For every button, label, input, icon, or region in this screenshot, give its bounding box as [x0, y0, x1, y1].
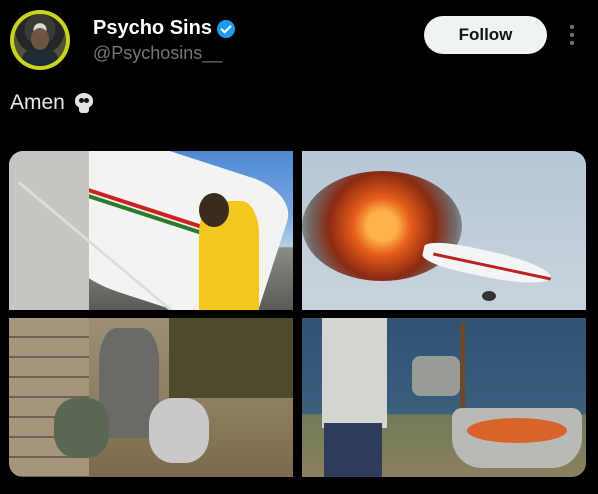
media-image-4[interactable]: [302, 318, 586, 477]
follow-button[interactable]: Follow: [424, 16, 547, 54]
verified-badge-icon: [216, 19, 235, 38]
media-grid: [9, 151, 586, 477]
avatar[interactable]: [10, 10, 70, 70]
media-image-2[interactable]: [302, 151, 586, 310]
more-options-icon[interactable]: [566, 22, 578, 48]
author-display-name[interactable]: Psycho Sins: [93, 17, 235, 40]
media-image-1[interactable]: [9, 151, 293, 310]
skull-emoji-icon: [73, 92, 95, 114]
tweet-text: Amen: [10, 91, 95, 115]
display-name-text: Psycho Sins: [93, 17, 212, 39]
avatar-image: [14, 14, 66, 66]
tweet-text-content: Amen: [10, 91, 65, 114]
media-image-3[interactable]: [9, 318, 293, 477]
author-handle[interactable]: @Psychosins__: [93, 43, 222, 64]
